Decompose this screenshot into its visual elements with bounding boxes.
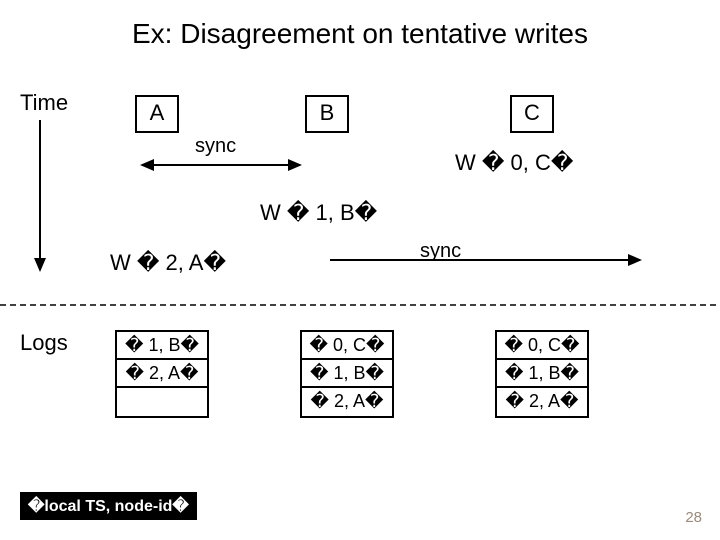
sync-bc-label: sync — [420, 240, 461, 263]
node-a-box: A — [135, 95, 179, 133]
logs-label: Logs — [20, 330, 68, 356]
write-2a: W � 2, A� — [110, 250, 226, 276]
legend-callout: �local TS, node-id� — [20, 492, 197, 520]
write-1b: W � 1, B� — [260, 200, 377, 226]
node-c-box: C — [510, 95, 554, 133]
log-c-row2: � 2, A� — [495, 386, 589, 418]
node-b-box: B — [305, 95, 349, 133]
log-a-row2 — [115, 386, 209, 418]
log-b-row2: � 2, A� — [300, 386, 394, 418]
page-number: 28 — [685, 509, 702, 526]
slide-title: Ex: Disagreement on tentative writes — [0, 18, 720, 50]
sync-ab-label: sync — [195, 135, 236, 158]
write-0c: W � 0, C� — [455, 150, 573, 176]
time-label: Time — [20, 90, 68, 116]
